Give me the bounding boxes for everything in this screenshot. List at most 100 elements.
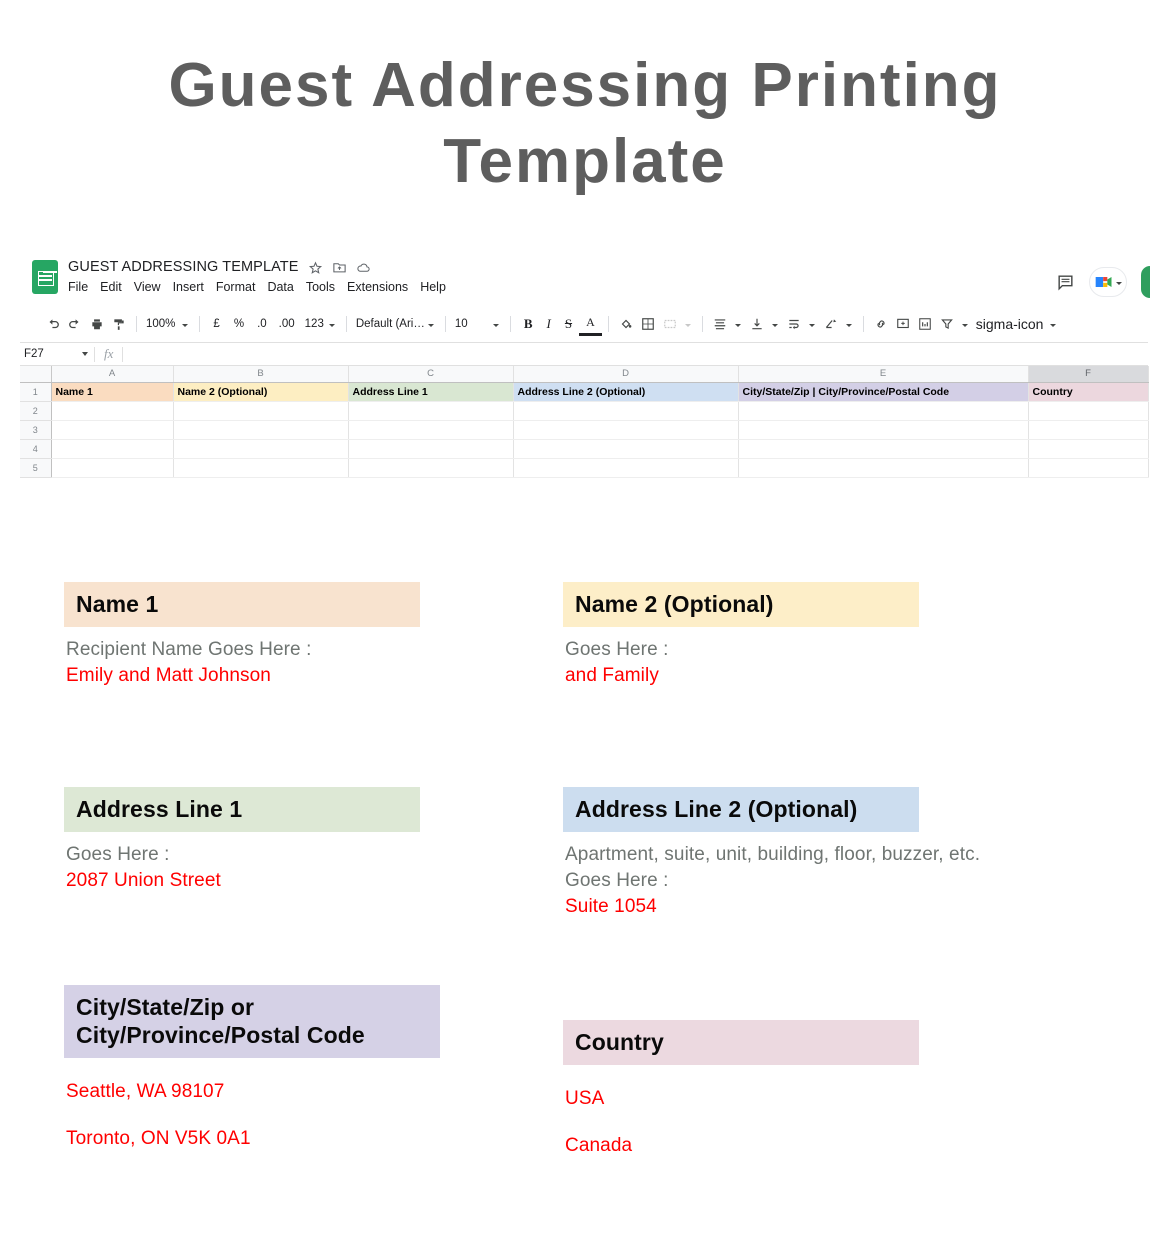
cell-f3[interactable] — [1028, 420, 1149, 440]
menu-insert[interactable]: Insert — [173, 280, 204, 294]
cell-d3[interactable] — [513, 420, 739, 440]
column-header-e[interactable]: E — [738, 366, 1029, 383]
cell-e4[interactable] — [738, 439, 1029, 459]
cell-b2[interactable] — [173, 401, 349, 421]
cell-a2[interactable] — [51, 401, 174, 421]
cell-f1[interactable]: Country — [1028, 382, 1149, 402]
column-header-f[interactable]: F — [1028, 366, 1149, 383]
name-box[interactable]: F27 — [20, 343, 94, 365]
move-to-folder-icon[interactable] — [332, 260, 347, 275]
column-header-d[interactable]: D — [513, 366, 739, 383]
menu-edit[interactable]: Edit — [100, 280, 122, 294]
name-box-chevron-down-icon[interactable] — [82, 352, 88, 356]
cell-b3[interactable] — [173, 420, 349, 440]
font-chevron-down-icon[interactable] — [427, 323, 434, 327]
font-family-select[interactable]: Default (Ari… — [353, 312, 439, 336]
more-formats-button[interactable]: 123 — [301, 312, 325, 336]
cell-f5[interactable] — [1028, 458, 1149, 478]
chart-icon[interactable] — [914, 312, 936, 336]
print-icon[interactable] — [86, 312, 108, 336]
cell-e5[interactable] — [738, 458, 1029, 478]
column-header-c[interactable]: C — [348, 366, 514, 383]
share-button[interactable] — [1141, 266, 1150, 298]
menu-file[interactable]: File — [68, 280, 88, 294]
cell-c4[interactable] — [348, 439, 514, 459]
horizontal-align-icon[interactable] — [709, 312, 731, 336]
text-wrap-icon[interactable] — [783, 312, 805, 336]
italic-button[interactable]: I — [540, 312, 558, 336]
currency-format-button[interactable]: £ — [206, 312, 226, 336]
cell-e1[interactable]: City/State/Zip | City/Province/Postal Co… — [738, 382, 1029, 402]
text-wrap-chevron-down-icon[interactable] — [808, 323, 815, 327]
formula-input[interactable] — [123, 343, 1148, 365]
filter-icon[interactable] — [936, 312, 958, 336]
menu-tools[interactable]: Tools — [306, 280, 335, 294]
filter-chevron-down-icon[interactable] — [961, 323, 968, 327]
font-size-select[interactable]: 10 — [452, 312, 504, 336]
comment-icon[interactable] — [892, 312, 914, 336]
merge-cells-icon[interactable] — [659, 312, 681, 336]
cell-c2[interactable] — [348, 401, 514, 421]
zoom-chevron-down-icon[interactable] — [182, 323, 189, 327]
select-all-corner[interactable] — [20, 366, 52, 383]
decrease-decimal-button[interactable]: .0 — [251, 312, 273, 336]
cell-d4[interactable] — [513, 439, 739, 459]
vertical-align-chevron-down-icon[interactable] — [771, 323, 778, 327]
strikethrough-button[interactable]: S — [558, 312, 579, 336]
bold-button[interactable]: B — [517, 312, 540, 336]
column-header-a[interactable]: A — [51, 366, 174, 383]
paint-format-icon[interactable] — [108, 312, 130, 336]
cell-a3[interactable] — [51, 420, 174, 440]
cell-c5[interactable] — [348, 458, 514, 478]
borders-icon[interactable] — [637, 312, 659, 336]
cell-b1[interactable]: Name 2 (Optional) — [173, 382, 349, 402]
increase-decimal-button[interactable]: .00 — [273, 312, 301, 336]
cell-a1[interactable]: Name 1 — [51, 382, 174, 402]
cell-e2[interactable] — [738, 401, 1029, 421]
row-header-3[interactable]: 3 — [20, 420, 52, 440]
cell-c1[interactable]: Address Line 1 — [348, 382, 514, 402]
vertical-align-icon[interactable] — [746, 312, 768, 336]
column-header-b[interactable]: B — [173, 366, 349, 383]
cell-b5[interactable] — [173, 458, 349, 478]
cell-d2[interactable] — [513, 401, 739, 421]
row-header-4[interactable]: 4 — [20, 439, 52, 459]
cell-d5[interactable] — [513, 458, 739, 478]
text-rotation-icon[interactable] — [820, 312, 842, 336]
merge-chevron-down-icon[interactable] — [684, 323, 691, 327]
cell-c3[interactable] — [348, 420, 514, 440]
cell-b4[interactable] — [173, 439, 349, 459]
more-formats-chevron-down-icon[interactable] — [328, 323, 335, 327]
meet-chevron-down-icon[interactable] — [1116, 281, 1122, 285]
menu-extensions[interactable]: Extensions — [347, 280, 408, 294]
text-color-button[interactable]: A — [579, 312, 602, 336]
zoom-control[interactable]: 100% — [143, 312, 193, 336]
star-icon[interactable] — [308, 260, 323, 275]
drive-saved-cloud-icon[interactable] — [356, 260, 371, 275]
document-title[interactable]: GUEST ADDRESSING TEMPLATE — [68, 259, 299, 275]
percent-format-button[interactable]: % — [227, 312, 251, 336]
link-icon[interactable] — [870, 312, 892, 336]
comment-history-icon[interactable] — [1056, 273, 1075, 292]
text-rotation-chevron-down-icon[interactable] — [845, 323, 852, 327]
cell-f2[interactable] — [1028, 401, 1149, 421]
undo-icon[interactable] — [42, 312, 64, 336]
fill-color-icon[interactable] — [615, 312, 637, 336]
redo-icon[interactable] — [64, 312, 86, 336]
functions-chevron-down-icon[interactable] — [1050, 323, 1057, 327]
cell-d1[interactable]: Address Line 2 (Optional) — [513, 382, 739, 402]
menu-view[interactable]: View — [134, 280, 161, 294]
horizontal-align-chevron-down-icon[interactable] — [734, 323, 741, 327]
font-size-chevron-down-icon[interactable] — [492, 323, 499, 327]
sigma-icon[interactable]: sigma-icon — [973, 312, 1047, 336]
menu-help[interactable]: Help — [420, 280, 446, 294]
cell-a5[interactable] — [51, 458, 174, 478]
cell-e3[interactable] — [738, 420, 1029, 440]
row-header-1[interactable]: 1 — [20, 382, 52, 402]
google-meet-icon[interactable] — [1089, 267, 1127, 297]
menu-format[interactable]: Format — [216, 280, 256, 294]
cell-a4[interactable] — [51, 439, 174, 459]
menu-data[interactable]: Data — [267, 280, 293, 294]
row-header-5[interactable]: 5 — [20, 458, 52, 478]
row-header-2[interactable]: 2 — [20, 401, 52, 421]
